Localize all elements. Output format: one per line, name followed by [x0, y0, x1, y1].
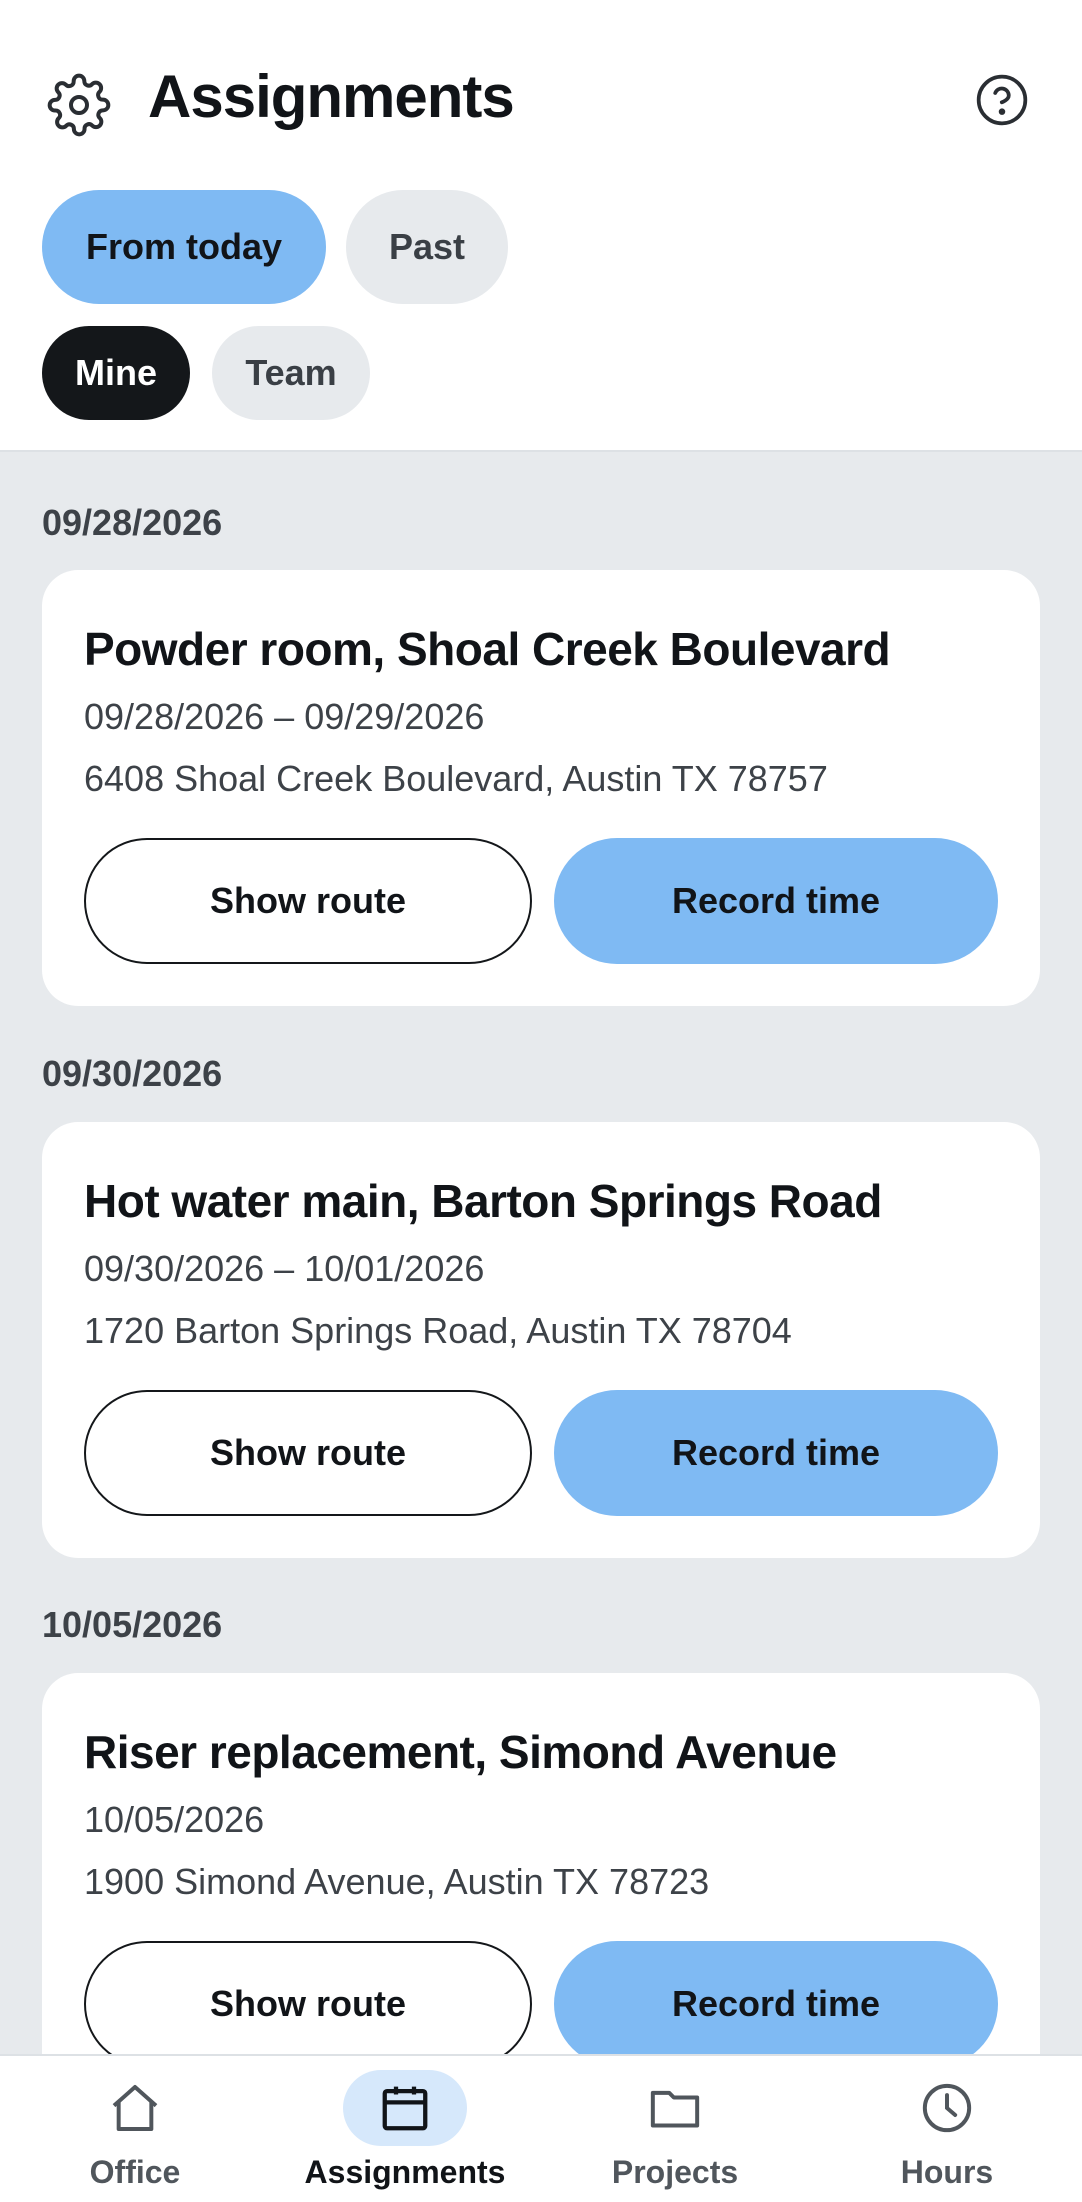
nav-label: Assignments	[304, 2154, 506, 2190]
assignment-title: Powder room, Shoal Creek Boulevard	[84, 623, 891, 675]
assignment-address: 1720 Barton Springs Road, Austin TX 7870…	[84, 1310, 792, 1351]
filter-from-today[interactable]: From today	[42, 190, 326, 304]
assignment-title: Hot water main, Barton Springs Road	[84, 1175, 882, 1227]
record-time-button[interactable]: Record time	[554, 838, 998, 964]
filter-mine[interactable]: Mine	[42, 326, 190, 420]
filter-team[interactable]: Team	[212, 326, 370, 420]
home-icon	[112, 2085, 158, 2131]
record-time-button[interactable]: Record time	[554, 1941, 998, 2067]
assignment-card[interactable]: Riser replacement, Simond Avenue 10/05/2…	[42, 1673, 1040, 2109]
nav-item-hours[interactable]: Hours	[812, 2056, 1082, 2202]
assignment-dates: 10/05/2026	[84, 1799, 265, 1840]
filter-past[interactable]: Past	[346, 190, 508, 304]
page-title: Assignments	[148, 63, 515, 130]
nav-label: Hours	[900, 2154, 994, 2190]
date-heading: 09/30/2026	[42, 1053, 223, 1094]
nav-label: Office	[89, 2154, 181, 2190]
nav-icon-container	[73, 2070, 197, 2146]
assignment-dates: 09/28/2026 – 09/29/2026	[84, 696, 485, 737]
help-circle-icon	[976, 74, 1028, 126]
record-time-button[interactable]: Record time	[554, 1390, 998, 1516]
nav-icon-container	[885, 2070, 1009, 2146]
assignment-card[interactable]: Powder room, Shoal Creek Boulevard 09/28…	[42, 570, 1040, 1006]
clock-icon	[922, 2083, 972, 2133]
nav-icon-container	[613, 2070, 737, 2146]
date-heading: 09/28/2026	[42, 502, 223, 543]
assignment-dates: 09/30/2026 – 10/01/2026	[84, 1248, 485, 1289]
show-route-button[interactable]: Show route	[84, 1390, 532, 1516]
nav-item-projects[interactable]: Projects	[540, 2056, 810, 2202]
nav-item-office[interactable]: Office	[0, 2056, 270, 2202]
settings-button[interactable]	[44, 70, 114, 140]
nav-icon-container	[343, 2070, 467, 2146]
help-button[interactable]	[974, 72, 1030, 128]
assignment-title: Riser replacement, Simond Avenue	[84, 1726, 837, 1778]
nav-item-assignments[interactable]: Assignments	[270, 2056, 540, 2202]
assignment-card[interactable]: Hot water main, Barton Springs Road 09/3…	[42, 1122, 1040, 1558]
folder-icon	[650, 2090, 700, 2128]
show-route-button[interactable]: Show route	[84, 838, 532, 964]
assignment-address: 6408 Shoal Creek Boulevard, Austin TX 78…	[84, 758, 828, 799]
assignment-address: 1900 Simond Avenue, Austin TX 78723	[84, 1861, 710, 1902]
gear-icon	[47, 73, 111, 137]
calendar-icon	[382, 2086, 428, 2131]
nav-label: Projects	[611, 2154, 739, 2190]
bottom-navigation: Office Assignments Projects Hours	[0, 2054, 1082, 2202]
app-header: Assignments From today Past Mine Team	[0, 0, 1082, 452]
show-route-button[interactable]: Show route	[84, 1941, 532, 2067]
date-heading: 10/05/2026	[42, 1604, 223, 1645]
